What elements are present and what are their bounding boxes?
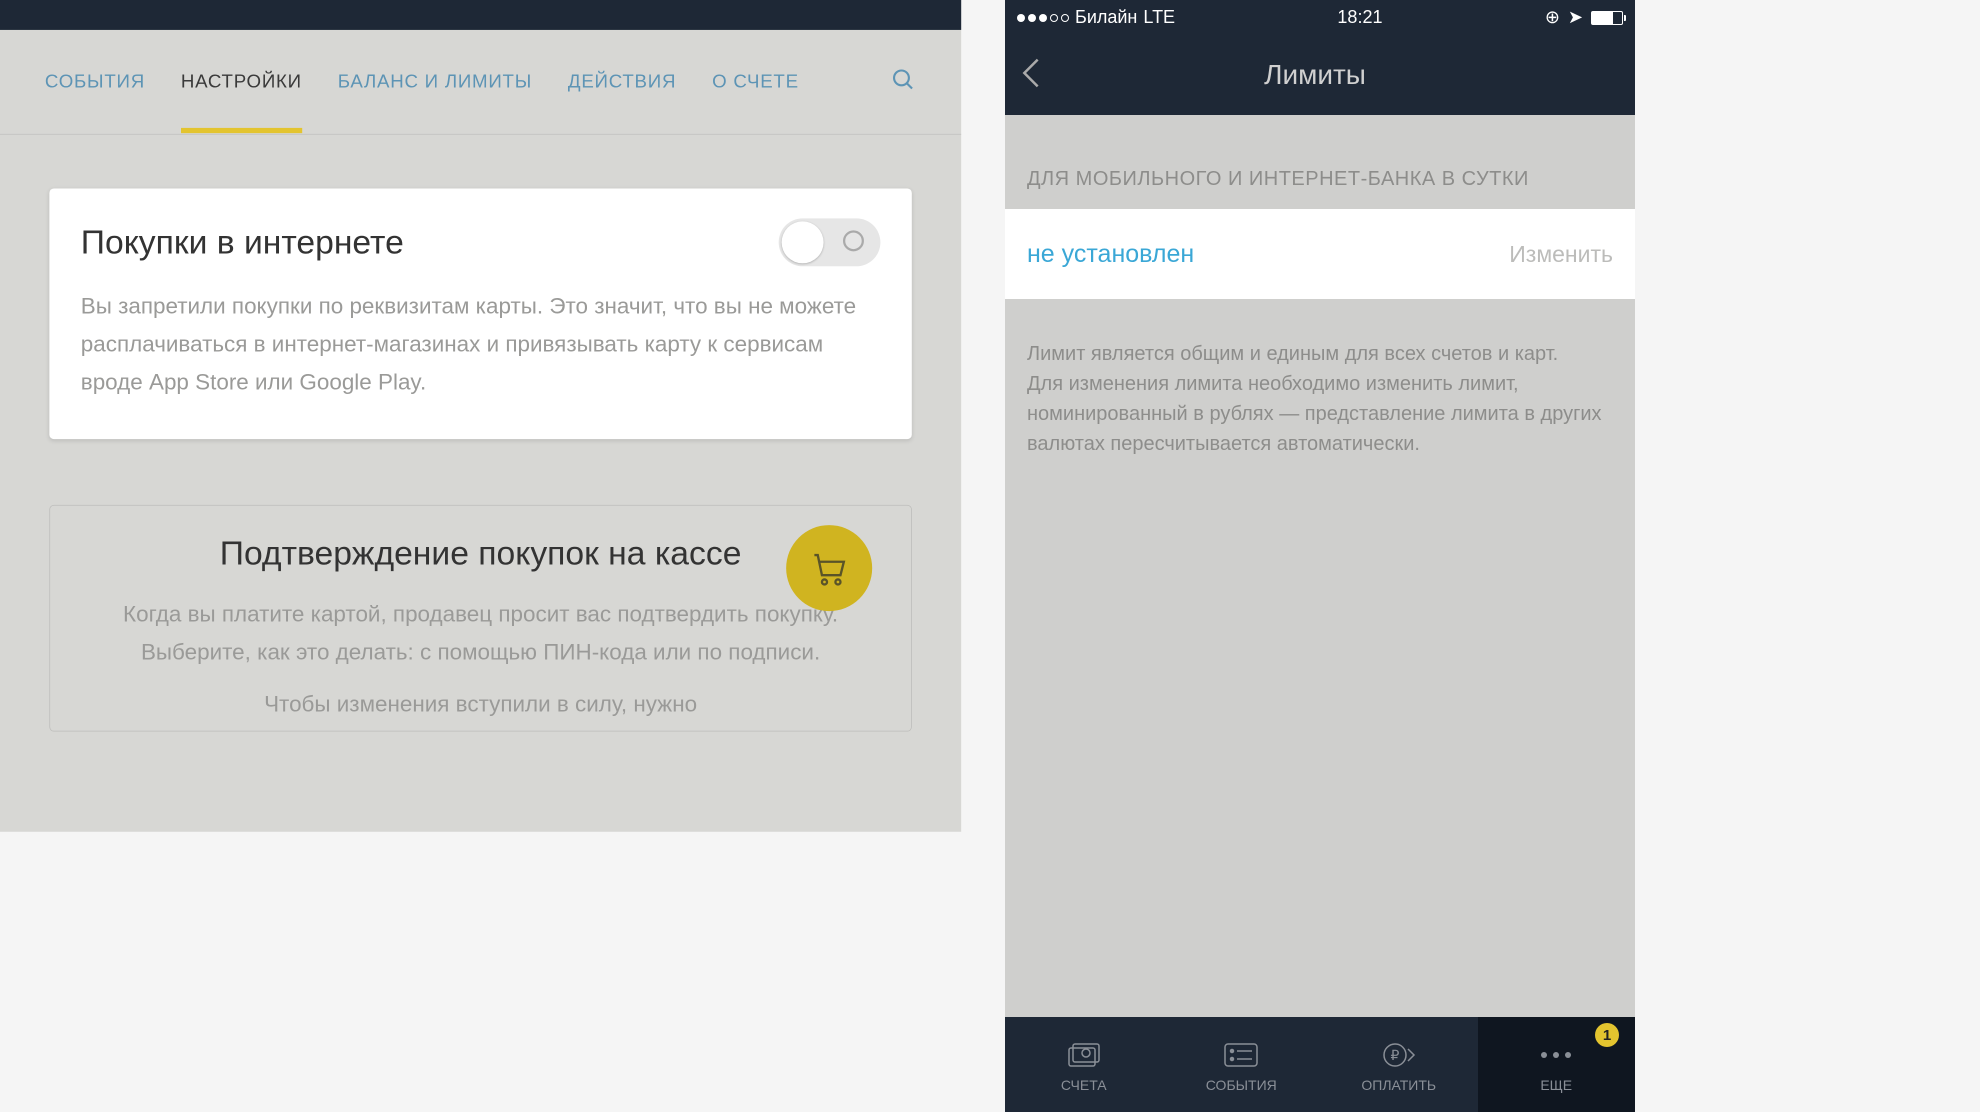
tab-bar: СОБЫТИЯ НАСТРОЙКИ БАЛАНС И ЛИМИТЫ ДЕЙСТВ… — [0, 30, 961, 135]
cart-icon — [786, 525, 872, 611]
signal-dots-icon — [1017, 14, 1069, 22]
card2-description-2: Чтобы изменения вступили в силу, нужно — [88, 685, 874, 723]
lock-icon: ⊕ — [1545, 7, 1560, 28]
limit-change-button[interactable]: Изменить — [1509, 241, 1613, 268]
tab-label: ЕЩЕ — [1540, 1077, 1572, 1093]
nav-title: Лимиты — [1011, 59, 1619, 91]
cards-container: Покупки в интернете Вы запретили покупки… — [0, 135, 961, 732]
location-icon: ➤ — [1568, 7, 1583, 28]
svg-text:₽: ₽ — [1390, 1047, 1399, 1063]
tab-actions[interactable]: ДЕЙСТВИЯ — [568, 71, 676, 93]
right-phone: Билайн LTE 18:21 ⊕ ➤ Лимиты ДЛЯ МОБИЛЬНО… — [1005, 0, 1635, 1112]
left-panel: СОБЫТИЯ НАСТРОЙКИ БАЛАНС И ЛИМИТЫ ДЕЙСТВ… — [0, 0, 961, 832]
card2-description: Когда вы платите картой, продавец просит… — [88, 595, 874, 671]
tab-events[interactable]: СОБЫТИЯ — [45, 71, 145, 93]
internet-purchases-card: Покупки в интернете Вы запретили покупки… — [49, 188, 911, 439]
tab-more[interactable]: 1 ЕЩЕ — [1478, 1017, 1636, 1112]
pay-icon: ₽ — [1381, 1037, 1417, 1073]
status-time: 18:21 — [1175, 7, 1545, 28]
network-label: LTE — [1143, 7, 1175, 28]
tab-accounts[interactable]: СЧЕТА — [1005, 1017, 1163, 1112]
checkout-confirmation-card: Подтверждение покупок на кассе Когда вы … — [49, 505, 911, 732]
search-icon[interactable] — [891, 67, 916, 96]
nav-bar: Лимиты — [1005, 35, 1635, 115]
tab-label: СЧЕТА — [1061, 1077, 1107, 1093]
tab-events-btn[interactable]: СОБЫТИЯ — [1163, 1017, 1321, 1112]
tab-label: СОБЫТИЯ — [1206, 1077, 1277, 1093]
internet-purchases-toggle[interactable] — [779, 218, 881, 266]
notification-badge: 1 — [1595, 1023, 1619, 1047]
card2-title: Подтверждение покупок на кассе — [88, 534, 874, 573]
more-icon — [1538, 1037, 1574, 1073]
battery-icon — [1591, 11, 1623, 25]
events-icon — [1222, 1037, 1260, 1073]
accounts-icon — [1064, 1037, 1104, 1073]
top-bar — [0, 0, 961, 30]
limit-value: не установлен — [1027, 240, 1194, 269]
section-header: ДЛЯ МОБИЛЬНОГО И ИНТЕРНЕТ-БАНКА В СУТКИ — [1005, 115, 1635, 209]
tab-settings[interactable]: НАСТРОЙКИ — [181, 71, 302, 93]
section-footer: Лимит является общим и единым для всех с… — [1005, 299, 1635, 499]
tab-pay[interactable]: ₽ ОПЛАТИТЬ — [1320, 1017, 1478, 1112]
tab-label: ОПЛАТИТЬ — [1361, 1077, 1436, 1093]
status-bar: Билайн LTE 18:21 ⊕ ➤ — [1005, 0, 1635, 35]
bottom-tab-bar: СЧЕТА СОБЫТИЯ ₽ ОПЛАТИТЬ 1 ЕЩЕ — [1005, 1017, 1635, 1112]
card-title: Покупки в интернете — [81, 223, 404, 262]
carrier-label: Билайн — [1075, 7, 1137, 28]
limit-row[interactable]: не установлен Изменить — [1005, 209, 1635, 299]
tab-about-account[interactable]: О СЧЕТЕ — [712, 71, 799, 93]
tab-balance-limits[interactable]: БАЛАНС И ЛИМИТЫ — [338, 71, 532, 93]
card-description: Вы запретили покупки по реквизитам карты… — [81, 287, 881, 401]
